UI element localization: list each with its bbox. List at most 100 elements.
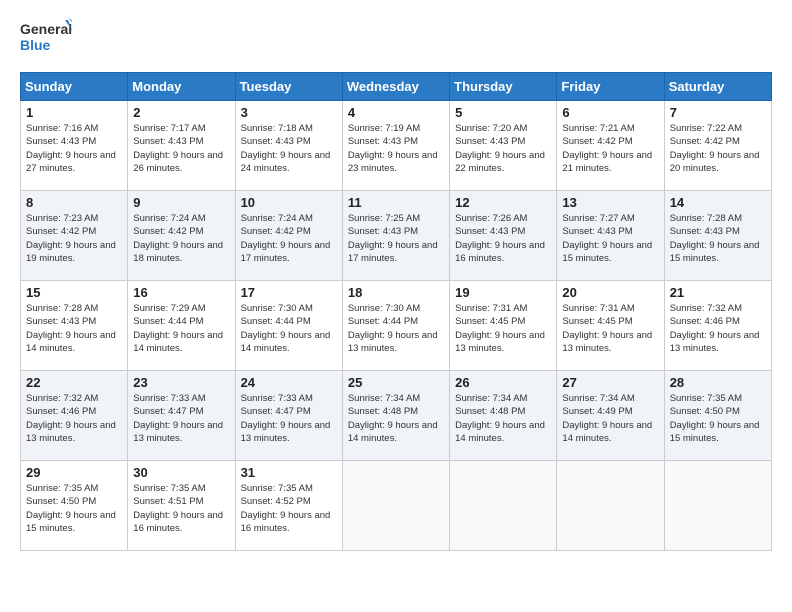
day-number: 11 <box>348 195 444 210</box>
day-number: 22 <box>26 375 122 390</box>
day-number: 19 <box>455 285 551 300</box>
svg-text:Blue: Blue <box>20 37 51 53</box>
day-number: 26 <box>455 375 551 390</box>
calendar-cell: 17 Sunrise: 7:30 AMSunset: 4:44 PMDayligh… <box>235 281 342 371</box>
calendar-cell: 11 Sunrise: 7:25 AMSunset: 4:43 PMDayligh… <box>342 191 449 281</box>
calendar-cell: 19 Sunrise: 7:31 AMSunset: 4:45 PMDayligh… <box>450 281 557 371</box>
calendar-cell: 3 Sunrise: 7:18 AMSunset: 4:43 PMDaylight… <box>235 101 342 191</box>
cell-text: Sunrise: 7:35 AMSunset: 4:51 PMDaylight:… <box>133 482 229 535</box>
day-number: 29 <box>26 465 122 480</box>
calendar-cell: 24 Sunrise: 7:33 AMSunset: 4:47 PMDayligh… <box>235 371 342 461</box>
cell-text: Sunrise: 7:23 AMSunset: 4:42 PMDaylight:… <box>26 212 122 265</box>
cell-text: Sunrise: 7:22 AMSunset: 4:42 PMDaylight:… <box>670 122 766 175</box>
day-number: 17 <box>241 285 337 300</box>
day-header-sunday: Sunday <box>21 73 128 101</box>
cell-text: Sunrise: 7:34 AMSunset: 4:49 PMDaylight:… <box>562 392 658 445</box>
cell-text: Sunrise: 7:26 AMSunset: 4:43 PMDaylight:… <box>455 212 551 265</box>
calendar-cell <box>342 461 449 551</box>
calendar-cell <box>557 461 664 551</box>
day-number: 30 <box>133 465 229 480</box>
calendar-cell: 15Sunrise: 7:28 AMSunset: 4:43 PMDayligh… <box>21 281 128 371</box>
cell-text: Sunrise: 7:19 AMSunset: 4:43 PMDaylight:… <box>348 122 444 175</box>
day-number: 9 <box>133 195 229 210</box>
cell-text: Sunrise: 7:34 AMSunset: 4:48 PMDaylight:… <box>348 392 444 445</box>
calendar-cell: 22 Sunrise: 7:32 AMSunset: 4:46 PMDayligh… <box>21 371 128 461</box>
day-number: 31 <box>241 465 337 480</box>
calendar-cell: 4 Sunrise: 7:19 AMSunset: 4:43 PMDaylight… <box>342 101 449 191</box>
cell-text: Sunrise: 7:33 AMSunset: 4:47 PMDaylight:… <box>241 392 337 445</box>
calendar-cell: 20 Sunrise: 7:31 AMSunset: 4:45 PMDayligh… <box>557 281 664 371</box>
cell-text: Sunrise: 7:34 AMSunset: 4:48 PMDaylight:… <box>455 392 551 445</box>
cell-text: Sunrise: 7:28 AMSunset: 4:43 PMDaylight:… <box>670 212 766 265</box>
cell-text: Sunrise: 7:35 AMSunset: 4:52 PMDaylight:… <box>241 482 337 535</box>
day-number: 13 <box>562 195 658 210</box>
svg-text:General: General <box>20 21 72 37</box>
logo: General Blue <box>20 16 72 60</box>
calendar-cell: 26 Sunrise: 7:34 AMSunset: 4:48 PMDayligh… <box>450 371 557 461</box>
calendar-cell <box>450 461 557 551</box>
day-number: 28 <box>670 375 766 390</box>
calendar-cell: 2 Sunrise: 7:17 AMSunset: 4:43 PMDaylight… <box>128 101 235 191</box>
calendar-table: SundayMondayTuesdayWednesdayThursdayFrid… <box>20 72 772 551</box>
calendar-cell: 27 Sunrise: 7:34 AMSunset: 4:49 PMDayligh… <box>557 371 664 461</box>
calendar-header: SundayMondayTuesdayWednesdayThursdayFrid… <box>21 73 772 101</box>
cell-text: Sunrise: 7:35 AMSunset: 4:50 PMDaylight:… <box>670 392 766 445</box>
day-header-monday: Monday <box>128 73 235 101</box>
day-number: 10 <box>241 195 337 210</box>
day-header-friday: Friday <box>557 73 664 101</box>
calendar-cell <box>664 461 771 551</box>
calendar-cell: 9 Sunrise: 7:24 AMSunset: 4:42 PMDaylight… <box>128 191 235 281</box>
calendar-cell: 7 Sunrise: 7:22 AMSunset: 4:42 PMDaylight… <box>664 101 771 191</box>
day-number: 15 <box>26 285 122 300</box>
day-number: 2 <box>133 105 229 120</box>
cell-text: Sunrise: 7:30 AMSunset: 4:44 PMDaylight:… <box>348 302 444 355</box>
cell-text: Sunrise: 7:27 AMSunset: 4:43 PMDaylight:… <box>562 212 658 265</box>
calendar-cell: 23Sunrise: 7:33 AMSunset: 4:47 PMDayligh… <box>128 371 235 461</box>
cell-text: Sunrise: 7:29 AMSunset: 4:44 PMDaylight:… <box>133 302 229 355</box>
cell-text: Sunrise: 7:30 AMSunset: 4:44 PMDaylight:… <box>241 302 337 355</box>
day-number: 12 <box>455 195 551 210</box>
calendar-cell: 16 Sunrise: 7:29 AMSunset: 4:44 PMDayligh… <box>128 281 235 371</box>
calendar-cell: 6 Sunrise: 7:21 AMSunset: 4:42 PMDaylight… <box>557 101 664 191</box>
day-header-tuesday: Tuesday <box>235 73 342 101</box>
day-number: 24 <box>241 375 337 390</box>
cell-text: Sunrise: 7:25 AMSunset: 4:43 PMDaylight:… <box>348 212 444 265</box>
calendar-cell: 28 Sunrise: 7:35 AMSunset: 4:50 PMDayligh… <box>664 371 771 461</box>
cell-text: Sunrise: 7:20 AMSunset: 4:43 PMDaylight:… <box>455 122 551 175</box>
day-header-saturday: Saturday <box>664 73 771 101</box>
day-number: 20 <box>562 285 658 300</box>
day-number: 16 <box>133 285 229 300</box>
day-number: 4 <box>348 105 444 120</box>
calendar-cell: 10 Sunrise: 7:24 AMSunset: 4:42 PMDayligh… <box>235 191 342 281</box>
cell-text: Sunrise: 7:18 AMSunset: 4:43 PMDaylight:… <box>241 122 337 175</box>
calendar-cell: 1Sunrise: 7:16 AMSunset: 4:43 PMDaylight… <box>21 101 128 191</box>
day-header-thursday: Thursday <box>450 73 557 101</box>
calendar-cell: 25 Sunrise: 7:34 AMSunset: 4:48 PMDayligh… <box>342 371 449 461</box>
cell-text: Sunrise: 7:32 AMSunset: 4:46 PMDaylight:… <box>670 302 766 355</box>
day-number: 5 <box>455 105 551 120</box>
cell-text: Sunrise: 7:24 AMSunset: 4:42 PMDaylight:… <box>133 212 229 265</box>
day-number: 7 <box>670 105 766 120</box>
calendar-cell: 30 Sunrise: 7:35 AMSunset: 4:51 PMDayligh… <box>128 461 235 551</box>
day-number: 25 <box>348 375 444 390</box>
day-number: 23 <box>133 375 229 390</box>
calendar-cell: 31 Sunrise: 7:35 AMSunset: 4:52 PMDayligh… <box>235 461 342 551</box>
cell-text: Sunrise: 7:17 AMSunset: 4:43 PMDaylight:… <box>133 122 229 175</box>
day-number: 27 <box>562 375 658 390</box>
day-number: 18 <box>348 285 444 300</box>
calendar-cell: 29Sunrise: 7:35 AMSunset: 4:50 PMDayligh… <box>21 461 128 551</box>
calendar-cell: 14 Sunrise: 7:28 AMSunset: 4:43 PMDayligh… <box>664 191 771 281</box>
calendar-cell: 5 Sunrise: 7:20 AMSunset: 4:43 PMDaylight… <box>450 101 557 191</box>
day-number: 14 <box>670 195 766 210</box>
cell-text: Sunrise: 7:32 AMSunset: 4:46 PMDaylight:… <box>26 392 122 445</box>
cell-text: Sunrise: 7:31 AMSunset: 4:45 PMDaylight:… <box>562 302 658 355</box>
day-number: 3 <box>241 105 337 120</box>
day-number: 6 <box>562 105 658 120</box>
day-number: 8 <box>26 195 122 210</box>
cell-text: Sunrise: 7:21 AMSunset: 4:42 PMDaylight:… <box>562 122 658 175</box>
cell-text: Sunrise: 7:16 AMSunset: 4:43 PMDaylight:… <box>26 122 122 175</box>
calendar-cell: 13 Sunrise: 7:27 AMSunset: 4:43 PMDayligh… <box>557 191 664 281</box>
cell-text: Sunrise: 7:31 AMSunset: 4:45 PMDaylight:… <box>455 302 551 355</box>
cell-text: Sunrise: 7:24 AMSunset: 4:42 PMDaylight:… <box>241 212 337 265</box>
calendar-cell: 12 Sunrise: 7:26 AMSunset: 4:43 PMDayligh… <box>450 191 557 281</box>
